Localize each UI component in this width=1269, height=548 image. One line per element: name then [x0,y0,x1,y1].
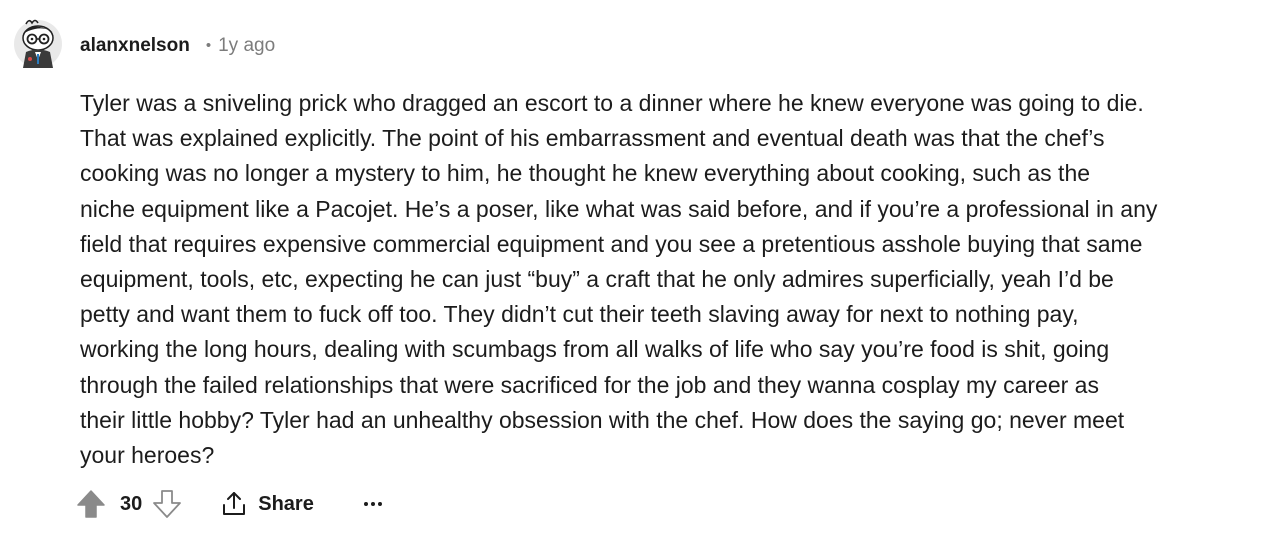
share-label: Share [258,492,314,515]
comment-line: That was explained explicitly. The point… [80,125,1105,152]
comment-line: niche equipment like a Pacojet. He’s a p… [80,195,1158,222]
comment-line: petty and want them to fuck off too. The… [80,301,1079,328]
comment-meta: alanxnelson • 1y ago [80,33,275,59]
downvote-arrow-icon [153,490,182,518]
user-avatar[interactable] [12,14,64,70]
comment-line: working the long hours, dealing with scu… [80,336,1110,363]
comment-action-bar: 30 Share [74,482,388,526]
vote-score: 30 [120,492,143,515]
comment-body: Tyler was a sniveling prick who dragged … [80,86,1240,473]
share-button[interactable]: Share [220,490,314,518]
upvote-button[interactable] [74,487,108,521]
comment-line: cooking was no longer a mystery to him, … [80,160,1091,187]
comment-line: field that requires expensive commercial… [80,230,1143,257]
comment: alanxnelson • 1y ago Tyler was a sniveli… [0,0,1269,548]
ellipsis-icon [363,502,382,506]
comment-line: through the failed relationships that we… [80,371,1099,398]
more-options-button[interactable] [358,489,388,519]
upvote-arrow-icon [77,490,105,518]
share-icon [223,492,246,515]
meta-separator: • [205,37,212,54]
avatar-icon [14,19,62,68]
downvote-button[interactable] [150,487,184,521]
comment-line: their little hobby? Tyler had an unhealt… [80,406,1125,433]
comment-line: equipment, tools, etc, expecting he can … [80,266,1114,293]
comment-line: Tyler was a sniveling prick who dragged … [80,90,1144,116]
author-username[interactable]: alanxnelson [80,33,190,59]
comment-age: 1y ago [218,35,276,56]
comment-line: your heroes? [80,442,215,469]
